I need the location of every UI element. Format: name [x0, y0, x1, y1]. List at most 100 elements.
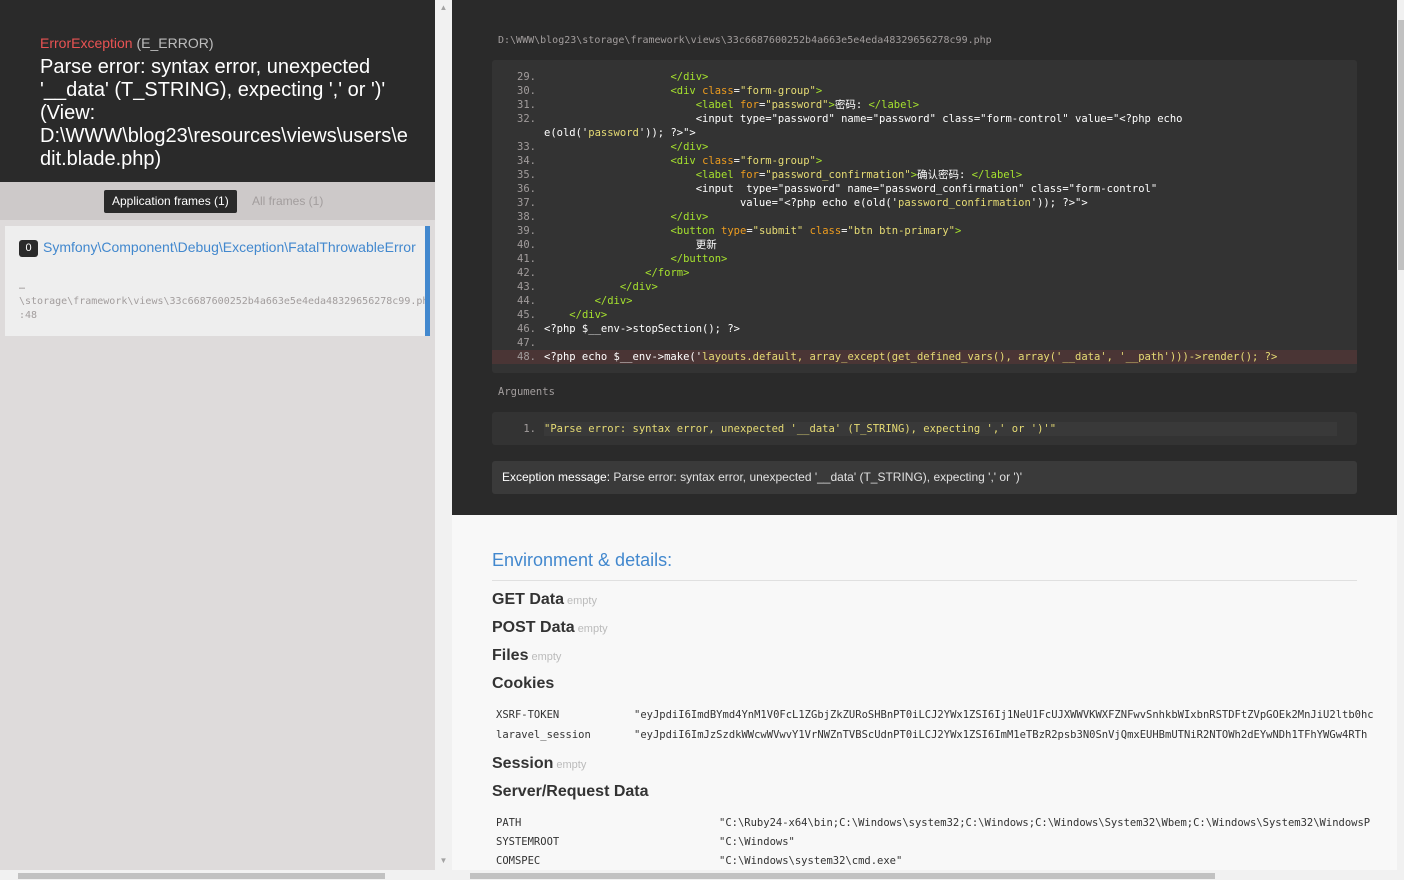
- files-title: Files: [492, 647, 529, 664]
- line-number: 32.: [517, 113, 536, 125]
- line-number: 40.: [517, 239, 536, 251]
- server-value: "C:\Windows": [719, 836, 795, 848]
- tab-all-frames[interactable]: All frames (1): [244, 190, 331, 213]
- code-line: 42. </form>: [492, 266, 1357, 280]
- empty-label: empty: [556, 759, 587, 771]
- line-number: 47.: [517, 337, 536, 349]
- code-text: <div class="form-group">: [670, 85, 823, 97]
- code-line: 34. <div class="form-group">: [492, 154, 1357, 168]
- code-line: 45. </div>: [492, 308, 1357, 322]
- session-title: Session: [492, 755, 554, 772]
- line-number: 42.: [517, 267, 536, 279]
- line-number: 34.: [517, 155, 536, 167]
- frame-item[interactable]: 0 Symfony\Component\Debug\Exception\Fata…: [5, 226, 430, 336]
- line-number: 37.: [517, 197, 536, 209]
- frame-tabs: Application frames (1) All frames (1): [0, 182, 435, 220]
- code-line: 36. <input type="password" name="passwor…: [492, 182, 1357, 196]
- left-horizontal-scrollbar[interactable]: [0, 870, 452, 880]
- line-number: 36.: [517, 183, 536, 195]
- arguments-block: 1. "Parse error: syntax error, unexpected…: [492, 412, 1357, 445]
- empty-label: empty: [531, 651, 562, 663]
- code-text: value="<?php echo e(old('password_confir…: [544, 197, 1088, 209]
- code-text: </div>: [670, 211, 709, 223]
- code-text: </div>: [594, 295, 633, 307]
- empty-label: empty: [567, 595, 597, 607]
- cookies-title: Cookies: [492, 675, 555, 692]
- code-line: 41. </button>: [492, 252, 1357, 266]
- scroll-down-icon[interactable]: ▼: [435, 856, 452, 865]
- post-data-title: POST Data: [492, 619, 575, 636]
- frame-line: :48: [19, 310, 38, 321]
- code-text: <input type="password" name="password_co…: [544, 183, 1158, 195]
- files-section: Files empty: [492, 647, 561, 665]
- server-key: COMSPEC: [496, 855, 541, 867]
- code-text: </div>: [670, 141, 709, 153]
- line-number: 30.: [517, 85, 536, 97]
- code-line: 46. <?php $__env->stopSection(); ?>: [492, 322, 1357, 336]
- code-text: 更新: [544, 239, 717, 251]
- left-horizontal-scroll-thumb[interactable]: [18, 873, 385, 879]
- code-line: 39. <button type="submit" class="btn btn…: [492, 224, 1357, 238]
- code-text: <div class="form-group">: [670, 155, 823, 167]
- line-number: 45.: [517, 309, 536, 321]
- environment-title: Environment & details:: [492, 550, 673, 570]
- cookie-key: laravel_session: [496, 729, 591, 741]
- code-text: <label for="password_confirmation">确认密码:…: [695, 169, 1023, 181]
- server-value: "C:\Windows\system32\cmd.exe": [719, 855, 903, 867]
- cookie-key: XSRF-TOKEN: [496, 709, 560, 721]
- scroll-up-icon[interactable]: ▲: [435, 3, 452, 12]
- session-section: Session empty: [492, 755, 586, 773]
- code-text: </form>: [645, 267, 690, 279]
- exception-message-box: Exception message: Parse error: syntax e…: [492, 461, 1357, 494]
- code-text: </button>: [670, 253, 728, 265]
- post-data-section: POST Data empty: [492, 619, 608, 637]
- exception-message-label: Exception message:: [502, 470, 611, 484]
- tab-application-frames[interactable]: Application frames (1): [104, 190, 237, 213]
- get-data-section: GET Data empty: [492, 591, 597, 609]
- server-value: "C:\Ruby24-x64\bin;C:\Windows\system32;C…: [719, 817, 1371, 829]
- code-text: <label for="password">密码: </label>: [695, 99, 920, 111]
- code-line: 30. <div class="form-group">: [492, 84, 1357, 98]
- code-line: 35. <label for="password_confirmation">确…: [492, 168, 1357, 182]
- code-line: 44. </div>: [492, 294, 1357, 308]
- code-file-path: D:\WWW\blog23\storage\framework\views\33…: [498, 35, 992, 46]
- code-line: e(old('password')); ?>">: [492, 126, 1357, 140]
- right-vertical-scroll-thumb[interactable]: [1398, 20, 1404, 270]
- exception-message: Parse error: syntax error, unexpected '_…: [40, 56, 408, 170]
- code-text: <?php $__env->stopSection(); ?>: [544, 323, 740, 335]
- line-number: 43.: [517, 281, 536, 293]
- details-panel: Environment & details: GET Data empty POS…: [452, 515, 1397, 870]
- code-text: <button type="submit" class="btn btn-pri…: [670, 225, 962, 237]
- server-key: PATH: [496, 817, 522, 829]
- frame-index: 0: [19, 240, 38, 257]
- exception-type: (E_ERROR): [136, 35, 214, 51]
- line-number: 35.: [517, 169, 536, 181]
- right-horizontal-scroll-thumb[interactable]: [470, 873, 1215, 879]
- code-text: e(old('password')); ?>">: [544, 127, 696, 139]
- line-number: 41.: [517, 253, 536, 265]
- argument-line: 1. "Parse error: syntax error, unexpected…: [492, 422, 1337, 436]
- cookie-value: "eyJpdiI6ImJzSzdkWWcwWVwvY1VrNWZnTVBScUd…: [634, 729, 1368, 741]
- line-number: 46.: [517, 323, 536, 335]
- line-number: 29.: [517, 71, 536, 83]
- code-line: 33. </div>: [492, 140, 1357, 154]
- left-vertical-scrollbar[interactable]: ▲ ▼: [435, 0, 452, 870]
- exception-header: ErrorException (E_ERROR) Parse error: sy…: [0, 0, 435, 182]
- code-text: </div>: [670, 71, 709, 83]
- whoops-error-page: ErrorException (E_ERROR) Parse error: sy…: [0, 0, 1404, 880]
- right-vertical-scrollbar[interactable]: [1397, 0, 1404, 870]
- frame-file: \storage\framework\views\33c6687600252b4…: [19, 295, 425, 323]
- code-text: <?php echo $__env->make('layouts.default…: [544, 351, 1278, 363]
- exception-message-text: Parse error: syntax error, unexpected '_…: [613, 470, 1022, 484]
- empty-label: empty: [577, 623, 608, 635]
- line-number: 39.: [517, 225, 536, 237]
- code-text: </div>: [569, 309, 608, 321]
- code-line: 38. </div>: [492, 210, 1357, 224]
- line-number: 31.: [517, 99, 536, 111]
- code-block: 29. </div> 30. <div class="form-group"> 31…: [492, 60, 1357, 373]
- frame-file-ellipsis: …: [19, 281, 26, 292]
- exception-class-line: ErrorException (E_ERROR): [40, 34, 415, 52]
- line-number: 44.: [517, 295, 536, 307]
- right-horizontal-scrollbar[interactable]: [452, 870, 1404, 880]
- code-line: 47.: [492, 336, 1357, 350]
